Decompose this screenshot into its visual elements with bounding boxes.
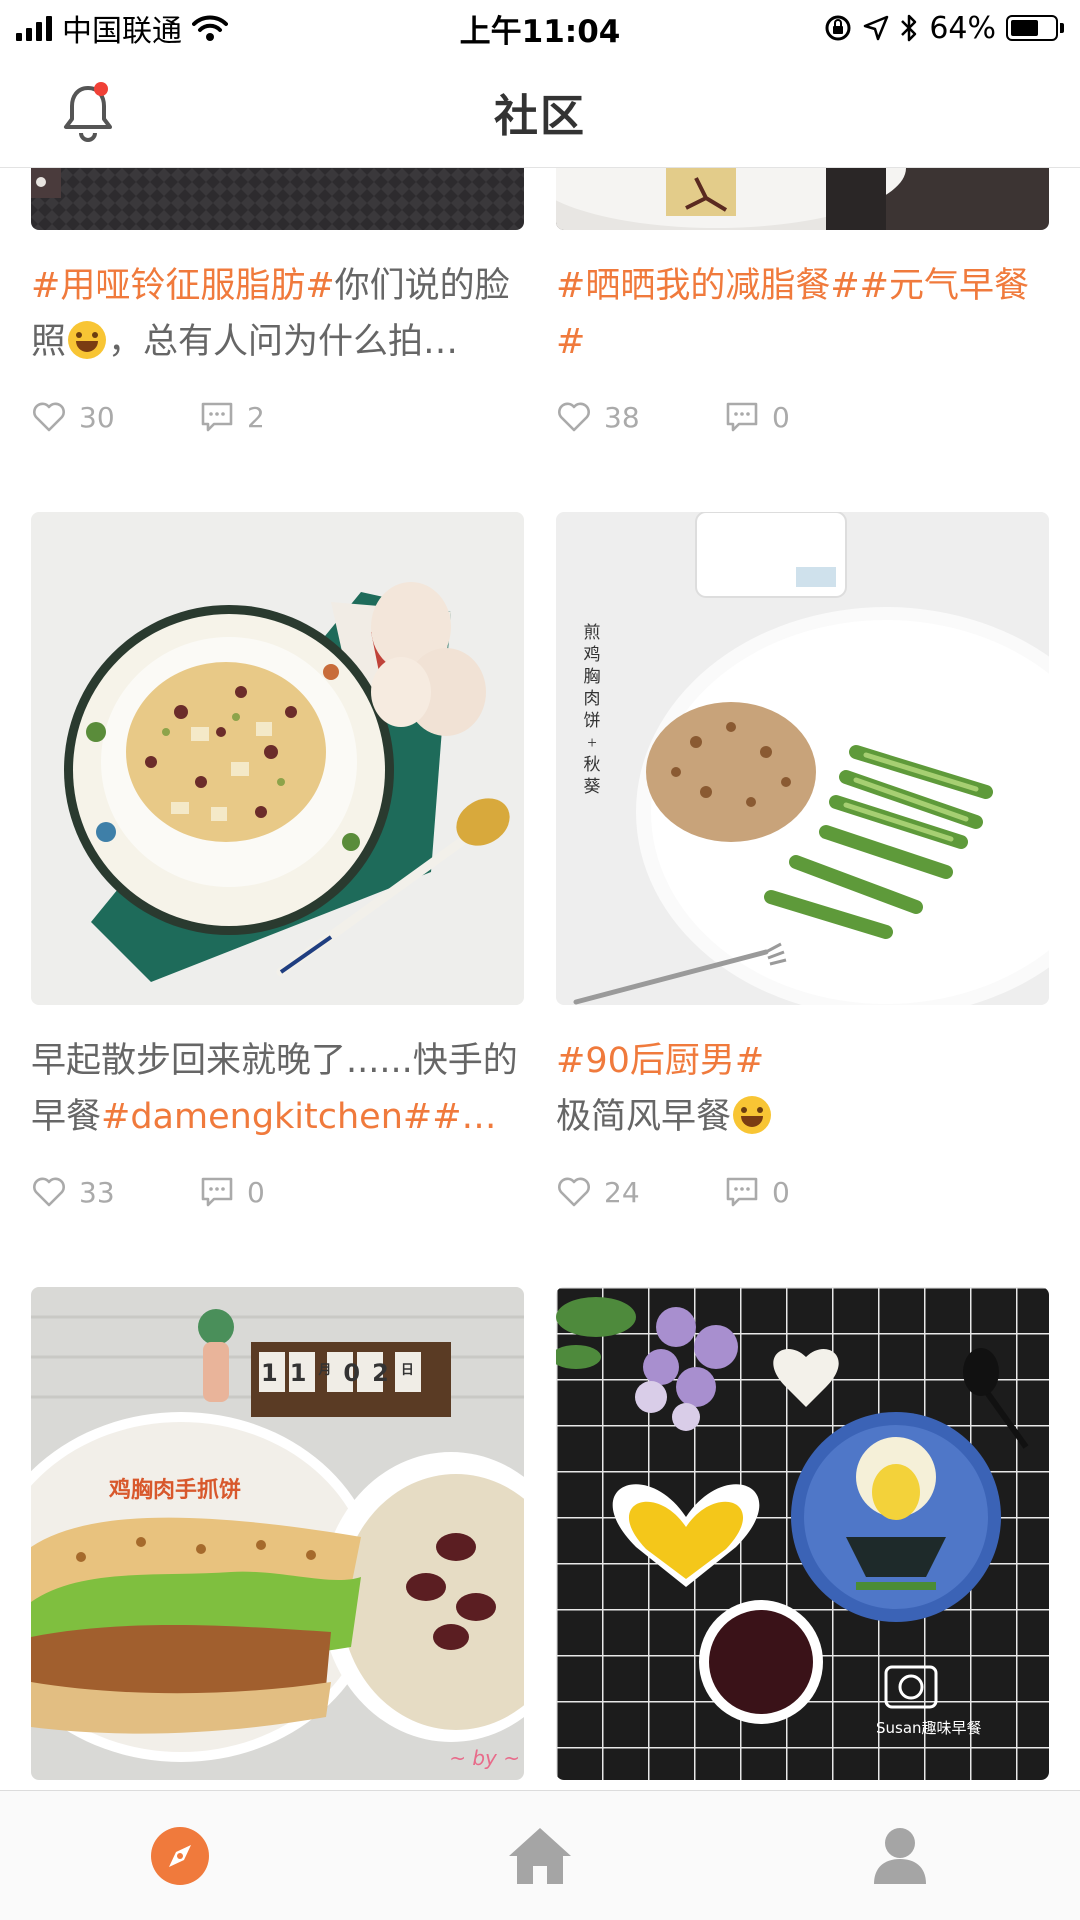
location-icon bbox=[864, 15, 889, 41]
post-stats: 33 0 bbox=[31, 1167, 524, 1217]
like-count: 24 bbox=[604, 1175, 640, 1209]
like-button[interactable]: 38 bbox=[556, 399, 724, 435]
like-count: 38 bbox=[604, 400, 640, 434]
image-calendar: 1 1 月 0 2 日 bbox=[261, 1359, 414, 1387]
battery-percent: 64% bbox=[929, 10, 996, 46]
image-watermark: Susan趣味早餐 bbox=[876, 1719, 982, 1737]
post-hashtag[interactable]: #用哑铃征服脂肪# bbox=[31, 266, 335, 306]
image-vertical-text: 煎鸡胸肉饼 + 秋葵 bbox=[582, 622, 602, 798]
grin-emoji bbox=[733, 1096, 772, 1134]
tab-profile[interactable] bbox=[800, 1801, 1000, 1911]
heart-icon bbox=[558, 402, 590, 432]
post-image[interactable]: 煎鸡胸肉饼 + 秋葵 bbox=[556, 512, 1049, 1005]
comment-icon bbox=[201, 402, 233, 432]
post-card-1[interactable]: #用哑铃征服脂肪#你们说的脸照 ，总有人问为什么拍… 30 2 bbox=[31, 168, 524, 442]
status-right: 64% bbox=[823, 11, 1064, 46]
post-image[interactable] bbox=[31, 512, 524, 1005]
comment-icon bbox=[726, 402, 758, 432]
post-text-continued: ，总有人问为什么拍… bbox=[108, 322, 459, 362]
post-card-6[interactable]: Susan趣味早餐 bbox=[556, 1287, 1049, 1780]
post-image[interactable]: Susan趣味早餐 bbox=[556, 1287, 1049, 1780]
post-stats: 24 0 bbox=[556, 1167, 1049, 1217]
bluetooth-icon bbox=[901, 14, 917, 42]
comment-count: 0 bbox=[772, 400, 790, 434]
image-vertical-char: 煎 bbox=[583, 623, 601, 642]
comment-count: 0 bbox=[247, 1175, 265, 1209]
like-count: 33 bbox=[79, 1175, 115, 1209]
image-text-main: 鸡胸肉手抓饼 bbox=[109, 1478, 242, 1503]
tab-discover[interactable] bbox=[80, 1801, 280, 1911]
page-title: 社区 bbox=[494, 90, 586, 142]
image-vertical-char: 肉 bbox=[583, 689, 601, 708]
post-card-5[interactable]: 鸡胸肉手抓饼 1 1 月 0 2 日 ~ by ~ bbox=[31, 1287, 524, 1780]
post-caption[interactable]: #用哑铃征服脂肪#你们说的脸照 ，总有人问为什么拍… bbox=[31, 258, 524, 370]
notification-badge bbox=[94, 82, 108, 96]
post-hashtag[interactable]: #90后厨男# bbox=[556, 1041, 764, 1081]
image-vertical-char: + bbox=[587, 733, 597, 752]
post-card-3[interactable]: 早起散步回来就晚了......快手的早餐#damengkitchen##… 33… bbox=[31, 512, 524, 1217]
post-card-4[interactable]: 煎鸡胸肉饼 + 秋葵 #90后厨男# 极简风早餐 24 0 bbox=[556, 512, 1049, 1217]
battery-fill bbox=[1011, 20, 1038, 36]
image-vertical-char: 饼 bbox=[583, 711, 601, 730]
like-count: 30 bbox=[79, 400, 115, 434]
heart-icon bbox=[558, 1177, 590, 1207]
nav-bar: 社区 bbox=[0, 56, 1080, 168]
status-left: 中国联通 bbox=[16, 6, 228, 50]
post-caption[interactable]: #晒晒我的减脂餐##元气早餐# bbox=[556, 258, 1049, 370]
post-stats: 30 2 bbox=[31, 392, 524, 442]
battery-icon bbox=[1006, 15, 1064, 41]
status-bar: 中国联通 上午11:04 64% bbox=[0, 0, 1080, 56]
rotation-lock-icon bbox=[825, 15, 851, 41]
comment-button[interactable]: 2 bbox=[199, 399, 265, 435]
post-image[interactable] bbox=[556, 168, 1049, 230]
home-icon bbox=[509, 1827, 571, 1884]
comment-icon bbox=[201, 1177, 233, 1207]
post-caption[interactable]: #90后厨男# 极简风早餐 bbox=[556, 1033, 1049, 1145]
comment-button[interactable]: 0 bbox=[724, 1174, 790, 1210]
post-hashtag[interactable]: #晒晒我的减脂餐##元气早餐# bbox=[556, 266, 1029, 362]
post-hashtag[interactable]: #damengkitchen##… bbox=[101, 1097, 497, 1137]
post-card-2[interactable]: #晒晒我的减脂餐##元气早餐# 38 0 bbox=[556, 168, 1049, 442]
tab-bar bbox=[0, 1790, 1080, 1920]
image-vertical-char: 鸡 bbox=[583, 645, 601, 664]
profile-icon bbox=[874, 1827, 926, 1884]
post-caption[interactable]: 早起散步回来就晚了......快手的早餐#damengkitchen##… bbox=[31, 1033, 524, 1145]
image-vertical-char: 葵 bbox=[583, 777, 601, 796]
like-button[interactable]: 24 bbox=[556, 1174, 724, 1210]
comment-button[interactable]: 0 bbox=[199, 1174, 265, 1210]
signal-icon bbox=[16, 15, 52, 41]
post-image[interactable]: 鸡胸肉手抓饼 1 1 月 0 2 日 ~ by ~ bbox=[31, 1287, 524, 1780]
carrier-label: 中国联通 bbox=[62, 14, 182, 49]
image-vertical-char: 胸 bbox=[583, 667, 601, 686]
comment-count: 2 bbox=[247, 400, 265, 434]
comment-count: 0 bbox=[772, 1175, 790, 1209]
heart-icon bbox=[33, 1177, 65, 1207]
comment-button[interactable]: 0 bbox=[724, 399, 790, 435]
community-screen: 中国联通 上午11:04 64% 社区 #用哑铃征服脂肪#你们说的脸照 ，总有人… bbox=[0, 0, 1080, 1920]
like-button[interactable]: 33 bbox=[31, 1174, 199, 1210]
post-image[interactable] bbox=[31, 168, 524, 230]
post-feed[interactable]: #用哑铃征服脂肪#你们说的脸照 ，总有人问为什么拍… 30 2 #晒晒我的减脂餐… bbox=[0, 168, 1080, 1790]
image-signature: ~ by ~ bbox=[449, 1746, 520, 1770]
tab-home[interactable] bbox=[440, 1801, 640, 1911]
comment-icon bbox=[726, 1177, 758, 1207]
compass-icon bbox=[151, 1826, 209, 1885]
joy-emoji bbox=[68, 321, 107, 359]
like-button[interactable]: 30 bbox=[31, 399, 199, 435]
image-vertical-char: 秋 bbox=[583, 755, 601, 774]
wifi-icon bbox=[192, 15, 228, 41]
heart-icon bbox=[33, 402, 65, 432]
post-stats: 38 0 bbox=[556, 392, 1049, 442]
post-text: 极简风早餐 bbox=[556, 1097, 732, 1137]
